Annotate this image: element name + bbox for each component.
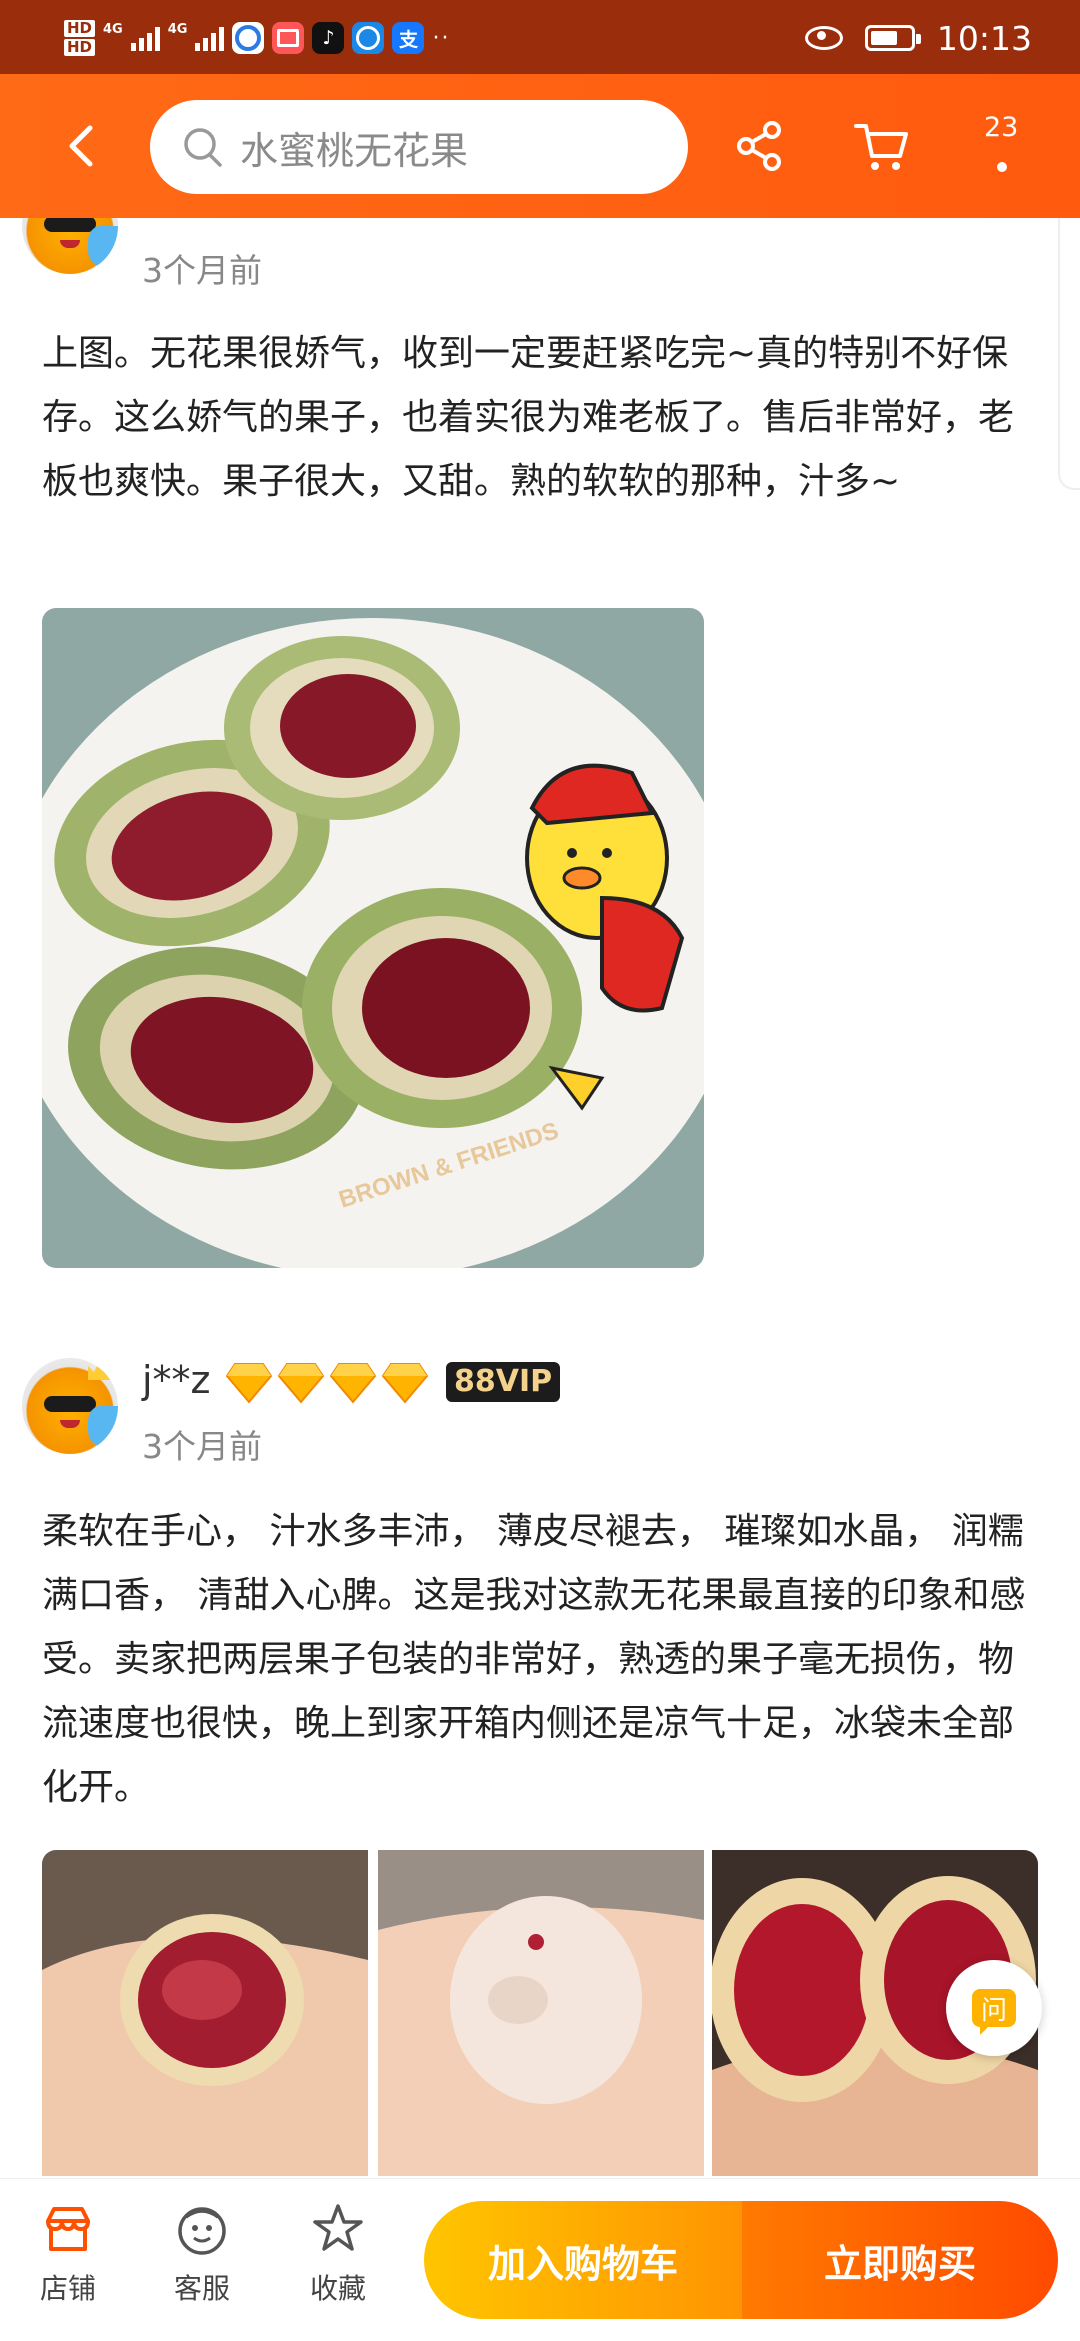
status-left: HD HD 4G 4G ♪ 支 ·· [64,10,450,66]
review-time: 3个月前 [142,1427,262,1466]
alipay-icon: 支 [392,22,425,54]
store-icon [46,2207,90,2251]
favorite-label: 收藏 [309,2272,366,2305]
more-notifications: ·· [432,25,451,51]
reviewer-name: j**z [142,1358,211,1402]
back-button[interactable] [56,118,112,174]
review-photo[interactable]: BROWN & FRIENDS [42,608,704,1268]
diamond-icon [330,1362,376,1404]
fig-plate-image: BROWN & FRIENDS [42,608,704,1268]
review-photo[interactable] [42,1850,368,2176]
customer-service-icon [178,2207,226,2255]
network-label-2: 4G [167,21,188,37]
reviewer-level [226,1362,428,1404]
search-icon [184,128,222,167]
star-icon [313,2204,363,2251]
fig-in-hand-image [42,1850,368,2176]
qq-browser-icon [232,22,265,54]
book-icon [272,22,305,54]
cart-count-badge: 23 [984,112,1019,143]
store-label: 店铺 [39,2272,96,2305]
share-icon [737,121,781,171]
reviewer-avatar [22,1358,118,1454]
cart-button[interactable] [852,116,912,180]
vip-badge: 88VIP [446,1362,561,1402]
status-right: 10:13 [804,10,1032,66]
cart-icon [854,124,908,170]
network-label-1: 4G [103,21,123,37]
review-time: 3个月前 [142,251,262,290]
status-bar: HD HD 4G 4G ♪ 支 ·· 10:13 [0,0,1080,74]
signal-icon [130,25,160,51]
diamond-icon [226,1362,272,1404]
customer-service-label: 客服 [173,2272,230,2305]
diamond-icon [278,1362,324,1404]
eye-comfort-icon [804,26,843,50]
share-button[interactable] [730,116,790,180]
signal-icon-2 [195,25,225,51]
ask-question-button[interactable]: 问 [946,1960,1042,2056]
hd-indicator: HD HD [64,20,96,56]
customer-service-button[interactable]: 客服 [152,2201,252,2307]
top-nav: 水蜜桃无花果 23 [0,74,1080,218]
browser-icon [352,22,385,54]
more-dot-icon[interactable] [997,162,1007,172]
review-photo[interactable] [378,1850,704,2176]
peeled-fig-image [378,1850,704,2176]
store-button[interactable]: 店铺 [18,2201,118,2307]
search-bar[interactable]: 水蜜桃无花果 [150,100,688,194]
scroll-indicator [1058,218,1080,490]
clock: 10:13 [936,18,1032,58]
diamond-icon [382,1362,428,1404]
back-arrow-icon [69,125,93,167]
hd-label-2: HD [64,39,96,56]
battery-icon [864,25,921,51]
review-text: 上图。无花果很娇气，收到一定要赶紧吃完~真的特别不好保存。这么娇气的果子，也着实… [42,333,1015,502]
search-query: 水蜜桃无花果 [240,128,469,173]
add-to-cart-button[interactable]: 加入购物车 [424,2201,742,2319]
douyin-icon: ♪ [312,22,345,54]
favorite-button[interactable]: 收藏 [288,2201,388,2307]
buy-now-button[interactable]: 立即购买 [742,2201,1058,2319]
hd-label-1: HD [64,20,96,37]
review-text: 柔软在手心， 汁水多丰沛， 薄皮尽褪去， 璀璨如水晶， 润糯满口香， 清甜入心脾… [42,1511,1026,1808]
ask-icon: 问 [972,1989,1016,2035]
bottom-action-bar: 店铺 客服 收藏 加入购物车 立即购买 [0,2178,1080,2341]
